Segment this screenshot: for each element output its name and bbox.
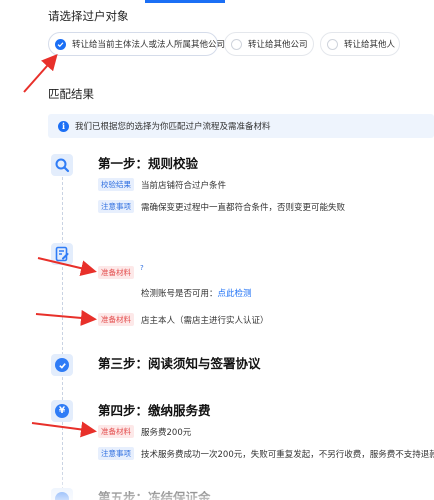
transfer-target-title: 请选择过户对象 bbox=[48, 9, 129, 23]
option-label: 转让给其他人 bbox=[344, 40, 396, 50]
radio-checked-icon bbox=[55, 38, 66, 50]
active-tab-indicator bbox=[145, 0, 225, 3]
material-tag: 准备材料 bbox=[98, 425, 134, 438]
material-text: 店主本人（需店主进行实人认证） bbox=[141, 316, 269, 326]
small-mark: ? bbox=[140, 264, 144, 272]
match-notice-bar: i 我们已根据您的选择为你匹配过户流程及需准备材料 bbox=[48, 114, 434, 138]
account-check-text: 检测账号是否可用： bbox=[141, 289, 218, 299]
option-transfer-to-other-company[interactable]: 转让给其他公司 bbox=[224, 32, 314, 56]
radio-unchecked-icon bbox=[327, 38, 338, 50]
step-4-title: 第四步：缴纳服务费 bbox=[98, 403, 211, 418]
note-text: 需确保变更过程中一直都符合条件，否则变更可能失败 bbox=[141, 203, 346, 213]
note-tag: 注意事项 bbox=[98, 200, 134, 213]
check-result-tag: 校验结果 bbox=[98, 178, 134, 191]
step-1-title: 第一步：规则校验 bbox=[98, 156, 199, 171]
option-label: 转让给当前主体法人或法人所属其他公司 bbox=[72, 40, 226, 50]
search-check-icon bbox=[51, 154, 73, 176]
service-fee-note: 技术服务费成功一次200元，失败可重复发起，不另行收费，服务费不支持退款 bbox=[141, 450, 434, 460]
step-3-title: 第三步：阅读须知与签署协议 bbox=[98, 356, 261, 371]
option-transfer-to-legal-entity[interactable]: 转让给当前主体法人或法人所属其他公司 bbox=[48, 32, 225, 56]
check-result-text: 当前店铺符合过户条件 bbox=[141, 181, 227, 191]
match-notice-text: 我们已根据您的选择为你匹配过户流程及需准备材料 bbox=[75, 122, 271, 132]
check-circle-icon bbox=[51, 354, 73, 376]
timeline-connector bbox=[62, 172, 63, 500]
radio-unchecked-icon bbox=[231, 38, 242, 50]
lock-icon bbox=[51, 488, 73, 500]
document-edit-icon bbox=[51, 243, 73, 265]
check-now-link[interactable]: 点此检测 bbox=[218, 289, 252, 299]
yen-coin-icon: ¥ bbox=[51, 400, 73, 422]
material-tag: 准备材料 bbox=[98, 313, 134, 326]
annotation-arrow bbox=[35, 309, 97, 326]
option-label: 转让给其他公司 bbox=[248, 40, 308, 50]
match-result-title: 匹配结果 bbox=[48, 87, 94, 101]
material-tag: 准备材料 bbox=[98, 266, 134, 279]
account-check-row: 检测账号是否可用：点此检测 bbox=[141, 287, 252, 299]
option-transfer-to-other-person[interactable]: 转让给其他人 bbox=[320, 32, 400, 56]
note-tag: 注意事项 bbox=[98, 447, 134, 460]
step-5-title: 第五步：冻结保证金 bbox=[98, 490, 211, 500]
info-icon: i bbox=[58, 120, 69, 132]
service-fee-text: 服务费200元 bbox=[141, 428, 192, 438]
